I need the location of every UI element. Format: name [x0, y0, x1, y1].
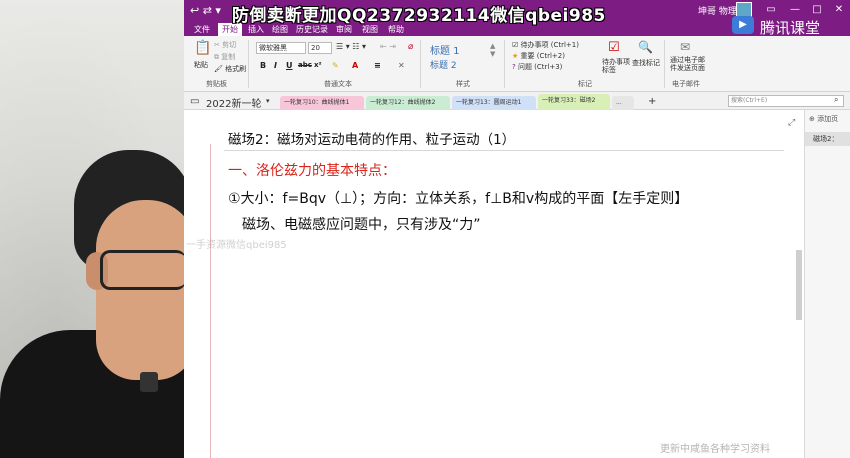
presenter-glasses — [100, 250, 184, 290]
ribbon-divider — [504, 40, 505, 88]
indent-icons[interactable]: ⇤ ⇥ — [380, 42, 396, 51]
styles-scroll-icon[interactable]: ▲ ▼ — [490, 42, 495, 58]
question-icon: ? — [512, 63, 516, 71]
watermark-brand: 腾讯课堂 — [760, 19, 821, 37]
expand-icon[interactable]: ⤢ — [788, 118, 795, 128]
section-tab[interactable]: 一轮复习12：曲线抛体2 — [366, 96, 450, 110]
watermark-text-bottom: 更新中咸鱼各种学习资料 — [660, 444, 770, 455]
underline-button[interactable]: U — [286, 61, 293, 70]
align-icon[interactable]: ≡ — [374, 61, 381, 70]
note-line[interactable]: ①大小：f=Bqv（⊥）；方向：立体关系，f⊥B和v构成的平面【左手定则】 — [228, 188, 688, 208]
chevron-down-icon[interactable]: ▾ — [266, 97, 270, 105]
notebook-bar: ▭ 2022新一轮 ▾ 一轮复习10：曲线抛体1 一轮复习12：曲线抛体2 一轮… — [184, 92, 850, 110]
scrollbar[interactable] — [796, 250, 802, 320]
format-painter-label: 格式刷 — [225, 65, 247, 73]
cut-button[interactable]: ✂ 剪切 — [214, 40, 236, 50]
search-input[interactable]: 搜索(Ctrl+E) — [728, 95, 844, 107]
page-list-item[interactable]: 磁场2： — [805, 132, 850, 146]
note-line-heading[interactable]: 一、洛伦兹力的基本特点： — [228, 160, 396, 180]
ribbon-divider — [420, 40, 421, 88]
notebook-selector[interactable]: 2022新一轮 — [206, 95, 261, 110]
font-size-select[interactable]: 20 — [308, 42, 332, 54]
paste-button[interactable]: 粘贴 — [194, 60, 208, 70]
font-group-label: 普通文本 — [324, 80, 352, 88]
tag-important[interactable]: ★ 重要 (Ctrl+2) — [512, 51, 565, 61]
minimize-icon[interactable]: — — [788, 3, 802, 17]
tag-question-label: 问题 (Ctrl+3) — [517, 63, 563, 71]
page-title[interactable]: 磁场2：磁场对运动电荷的作用、粒子运动（1） — [228, 128, 515, 148]
tab-file[interactable]: 文件 — [190, 23, 214, 36]
find-tags-button[interactable]: 查找标记 — [632, 58, 660, 68]
font-color-icon[interactable]: A — [352, 61, 358, 70]
bold-button[interactable]: B — [260, 61, 266, 70]
styles-group-label: 样式 — [456, 80, 470, 88]
style-heading-2[interactable]: 标题 2 — [430, 58, 457, 71]
margin-line — [210, 144, 211, 458]
bullets-icon[interactable]: ☰ ▾ ☷ ▾ — [336, 42, 366, 51]
italic-button[interactable]: I — [274, 61, 277, 70]
page-list-pane: ⊕ 添加页 磁场2： — [804, 110, 850, 458]
clear-format-icon[interactable]: ⌀ — [408, 42, 413, 52]
copy-button[interactable]: ⧉ 复制 — [214, 52, 235, 62]
section-tab[interactable]: 一轮复习13：圆周运动1 — [452, 96, 536, 110]
watermark-text: 防倒卖断更加QQ2372932114微信qbei985 — [232, 6, 606, 26]
paste-icon[interactable]: 📋 — [194, 40, 211, 56]
tag-todo[interactable]: ☑ 待办事项 (Ctrl+1) — [512, 40, 579, 50]
page-canvas[interactable]: ⤢ 磁场2：磁场对运动电荷的作用、粒子运动（1） 一、洛伦兹力的基本特点： ①大… — [184, 110, 804, 458]
clipboard-group-label: 剪贴板 — [206, 80, 227, 88]
email-page-button[interactable]: 通过电子邮件发送页面 — [670, 56, 706, 72]
tags-group-label: 标记 — [578, 80, 592, 88]
highlight-icon[interactable]: ✎ — [332, 61, 339, 70]
quick-access-icons[interactable]: ↩ ⇄ ▾ — [190, 4, 221, 17]
notebook-icon[interactable]: ▭ — [190, 96, 199, 107]
note-line[interactable]: 磁场、电磁感应问题中，只有涉及“力” — [242, 214, 481, 234]
font-family-select[interactable]: 微软雅黑 — [256, 42, 306, 54]
find-tags-icon[interactable]: 🔍 — [638, 40, 653, 54]
tag-important-label: 重要 (Ctrl+2) — [520, 52, 565, 60]
ribbon-divider — [664, 40, 665, 88]
tag-todo-label: 待办事项 (Ctrl+1) — [520, 41, 579, 49]
format-painter-button[interactable]: 🖌 格式刷 — [214, 64, 246, 74]
ribbon-display-icon[interactable]: ▭ — [764, 3, 778, 17]
add-section-button[interactable]: + — [648, 96, 656, 107]
section-tab[interactable]: 一轮复习10：曲线抛体1 — [280, 96, 364, 110]
lapel-mic — [140, 372, 158, 392]
style-heading-1[interactable]: 标题 1 — [430, 42, 460, 57]
webcam-video — [0, 0, 184, 458]
copy-label: 复制 — [221, 53, 236, 61]
todo-tag-button[interactable]: 待办事项标签 — [602, 58, 632, 74]
presenter-face — [96, 200, 184, 380]
more-sections-button[interactable]: ... — [612, 96, 634, 110]
title-divider — [224, 150, 784, 151]
tag-question[interactable]: ? 问题 (Ctrl+3) — [512, 62, 562, 72]
search-icon[interactable]: ⌕ — [834, 95, 838, 105]
tencent-classroom-logo: ▶ — [732, 16, 754, 34]
add-page-button[interactable]: ⊕ 添加页 — [809, 114, 838, 124]
subscript-button[interactable]: x² — [314, 61, 322, 69]
strikethrough-button[interactable]: abc — [298, 61, 312, 69]
email-group-label: 电子邮件 — [672, 80, 700, 88]
star-icon: ★ — [512, 52, 519, 60]
user-name[interactable]: 坤哥 物理 — [698, 4, 737, 17]
email-icon[interactable]: ✉ — [680, 40, 690, 54]
close-icon[interactable]: ✕ — [832, 3, 846, 17]
section-tab-active[interactable]: 一轮复习33：磁场2 — [538, 94, 610, 110]
ribbon-divider — [248, 40, 249, 88]
maximize-icon[interactable]: □ — [810, 3, 824, 17]
onenote-window: ↩ ⇄ ▾ 坤哥 物理 ▭ — □ ✕ 文件 开始 插入 绘图 历史记录 审阅 … — [184, 0, 850, 458]
todo-tag-icon[interactable]: ☑ — [608, 40, 620, 55]
watermark-text-faint: 一手资源微信qbei985 — [186, 240, 287, 251]
delete-icon[interactable]: ✕ — [398, 61, 405, 70]
ribbon: 📋 粘贴 ✂ 剪切 ⧉ 复制 🖌 格式刷 剪贴板 微软雅黑 20 ☰ ▾ ☷ ▾… — [184, 36, 850, 92]
checkbox-icon: ☑ — [512, 41, 519, 49]
cut-label: 剪切 — [222, 41, 237, 49]
